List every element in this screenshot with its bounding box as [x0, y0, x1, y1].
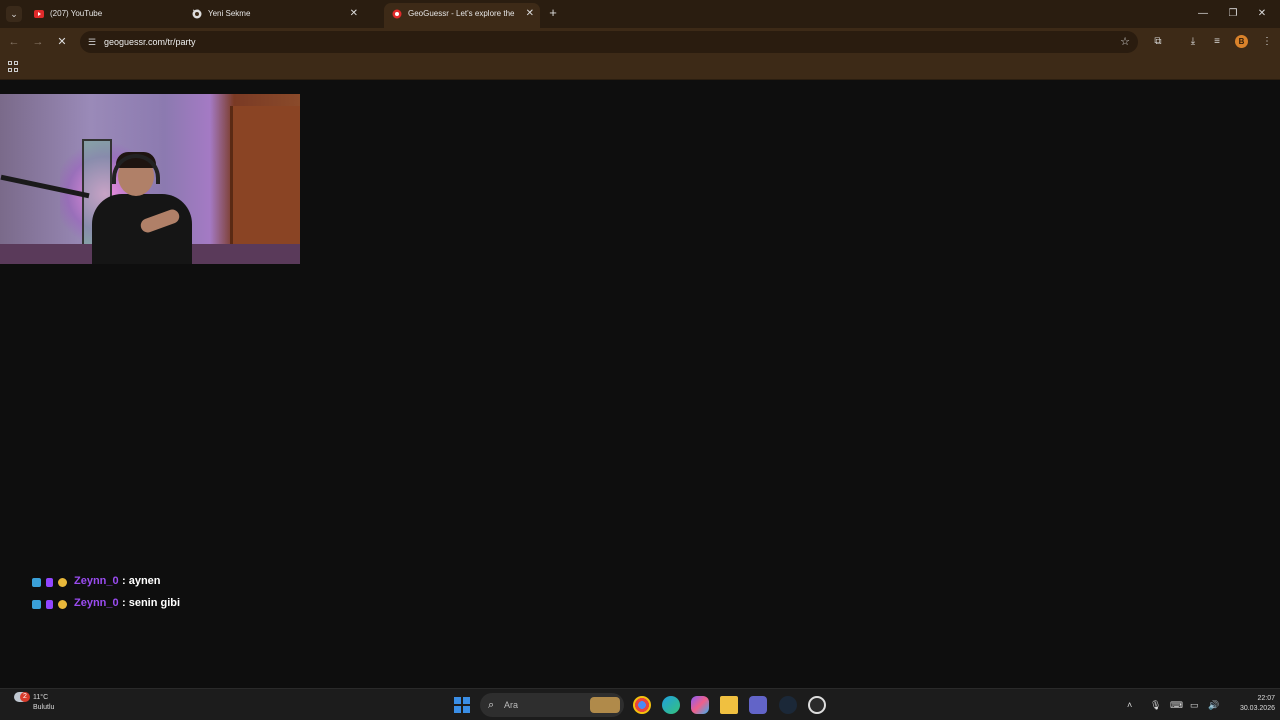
- tab-youtube[interactable]: (207) YouTube ✕: [26, 4, 206, 26]
- teams-taskbar-icon[interactable]: [749, 696, 767, 714]
- volume-icon[interactable]: 🔊: [1208, 698, 1219, 712]
- extensions-icon[interactable]: ⧉: [1150, 34, 1166, 50]
- page-content: [0, 81, 1280, 688]
- forward-button[interactable]: →: [30, 34, 46, 50]
- clock-time: 22:07: [1257, 695, 1275, 702]
- tab-search-chevron-icon[interactable]: ⌄: [6, 6, 22, 22]
- close-window-button[interactable]: ✕: [1252, 5, 1272, 23]
- bits-badge-icon: [58, 600, 67, 609]
- door: [230, 106, 300, 264]
- new-tab-button[interactable]: +: [545, 5, 561, 21]
- subscriber-badge-icon: [46, 578, 53, 587]
- search-icon: ⌕: [488, 699, 495, 711]
- browser-tab-strip: ⌄ (207) YouTube ✕ Yeni Sekme ✕ GeoGuessr…: [0, 0, 1280, 28]
- restore-button[interactable]: ❐: [1223, 5, 1243, 23]
- browser-toolbar: ← → ✕ ☰ geoguessr.com/tr/party ☆ ⧉ ⤓ ≡ ⋮: [0, 28, 1280, 56]
- windows-start-icon[interactable]: [454, 697, 470, 713]
- edge-taskbar-icon[interactable]: [662, 696, 680, 714]
- subscriber-badge-icon: [46, 600, 53, 609]
- tab-label: (207) YouTube: [50, 9, 103, 18]
- search-highlight-image: [590, 697, 620, 713]
- tab-new-tab[interactable]: Yeni Sekme ✕: [184, 4, 364, 26]
- weather-widget[interactable]: 11°C Bulutlu: [33, 693, 93, 713]
- tab-label: Yeni Sekme: [208, 9, 251, 18]
- youtube-icon: [34, 10, 44, 18]
- tab-label: GeoGuessr - Let's explore the: [408, 9, 515, 18]
- file-explorer-taskbar-icon[interactable]: [720, 696, 738, 714]
- bits-badge-icon: [58, 578, 67, 587]
- site-info-icon[interactable]: ☰: [88, 35, 100, 49]
- prime-badge-icon: [32, 600, 41, 609]
- close-icon[interactable]: ✕: [350, 4, 358, 24]
- bookmark-star-icon[interactable]: ☆: [1120, 34, 1130, 50]
- clock-date: 30.03.2026: [1239, 705, 1275, 712]
- address-bar[interactable]: ☰ geoguessr.com/tr/party ☆: [80, 31, 1138, 53]
- geoguessr-icon: [392, 9, 402, 19]
- chrome-icon: [192, 9, 202, 19]
- app-taskbar-icon[interactable]: [808, 696, 826, 714]
- chat-username: Zeynn_0: [74, 597, 119, 609]
- windows-taskbar: 2 11°C Bulutlu ⌕ Ara ˄ 🎙 ⌨ ▭ 🔊 22:07 30.…: [0, 688, 1280, 720]
- url-text[interactable]: geoguessr.com/tr/party: [104, 31, 196, 53]
- tab-geoguessr[interactable]: GeoGuessr - Let's explore the ✕: [384, 3, 540, 28]
- close-icon[interactable]: ✕: [526, 3, 534, 25]
- webcam-overlay: [0, 94, 300, 264]
- apps-grid-icon[interactable]: [8, 61, 19, 72]
- taskbar-search[interactable]: ⌕ Ara: [480, 693, 624, 717]
- tray-overflow-icon[interactable]: ˄: [1127, 698, 1132, 712]
- bookmarks-bar: [0, 56, 1280, 80]
- weather-alert-badge: 2: [20, 692, 30, 702]
- chat-text: : senin gibi: [122, 597, 181, 609]
- minimize-button[interactable]: —: [1193, 5, 1213, 23]
- chrome-taskbar-icon[interactable]: [633, 696, 651, 714]
- back-button[interactable]: ←: [6, 34, 22, 50]
- system-clock[interactable]: 22:07 30.03.2026: [1225, 694, 1275, 714]
- download-icon[interactable]: ⤓: [1185, 34, 1201, 50]
- stop-loading-button[interactable]: ✕: [54, 34, 70, 50]
- chat-username: Zeynn_0: [74, 575, 119, 587]
- network-icon[interactable]: ▭: [1190, 698, 1199, 712]
- media-control-icon[interactable]: ≡: [1209, 34, 1225, 50]
- weather-condition: Bulutlu: [33, 704, 55, 711]
- copilot-taskbar-icon[interactable]: [691, 696, 709, 714]
- prime-badge-icon: [32, 578, 41, 587]
- chat-text: : aynen: [122, 575, 161, 587]
- microphone-icon[interactable]: 🎙: [1150, 698, 1161, 712]
- steam-taskbar-icon[interactable]: [779, 696, 797, 714]
- profile-avatar[interactable]: B: [1235, 35, 1248, 48]
- menu-icon[interactable]: ⋮: [1259, 34, 1275, 50]
- weather-temperature: 11°C: [33, 694, 49, 701]
- search-placeholder: Ara: [504, 700, 519, 710]
- keyboard-icon[interactable]: ⌨: [1170, 698, 1183, 712]
